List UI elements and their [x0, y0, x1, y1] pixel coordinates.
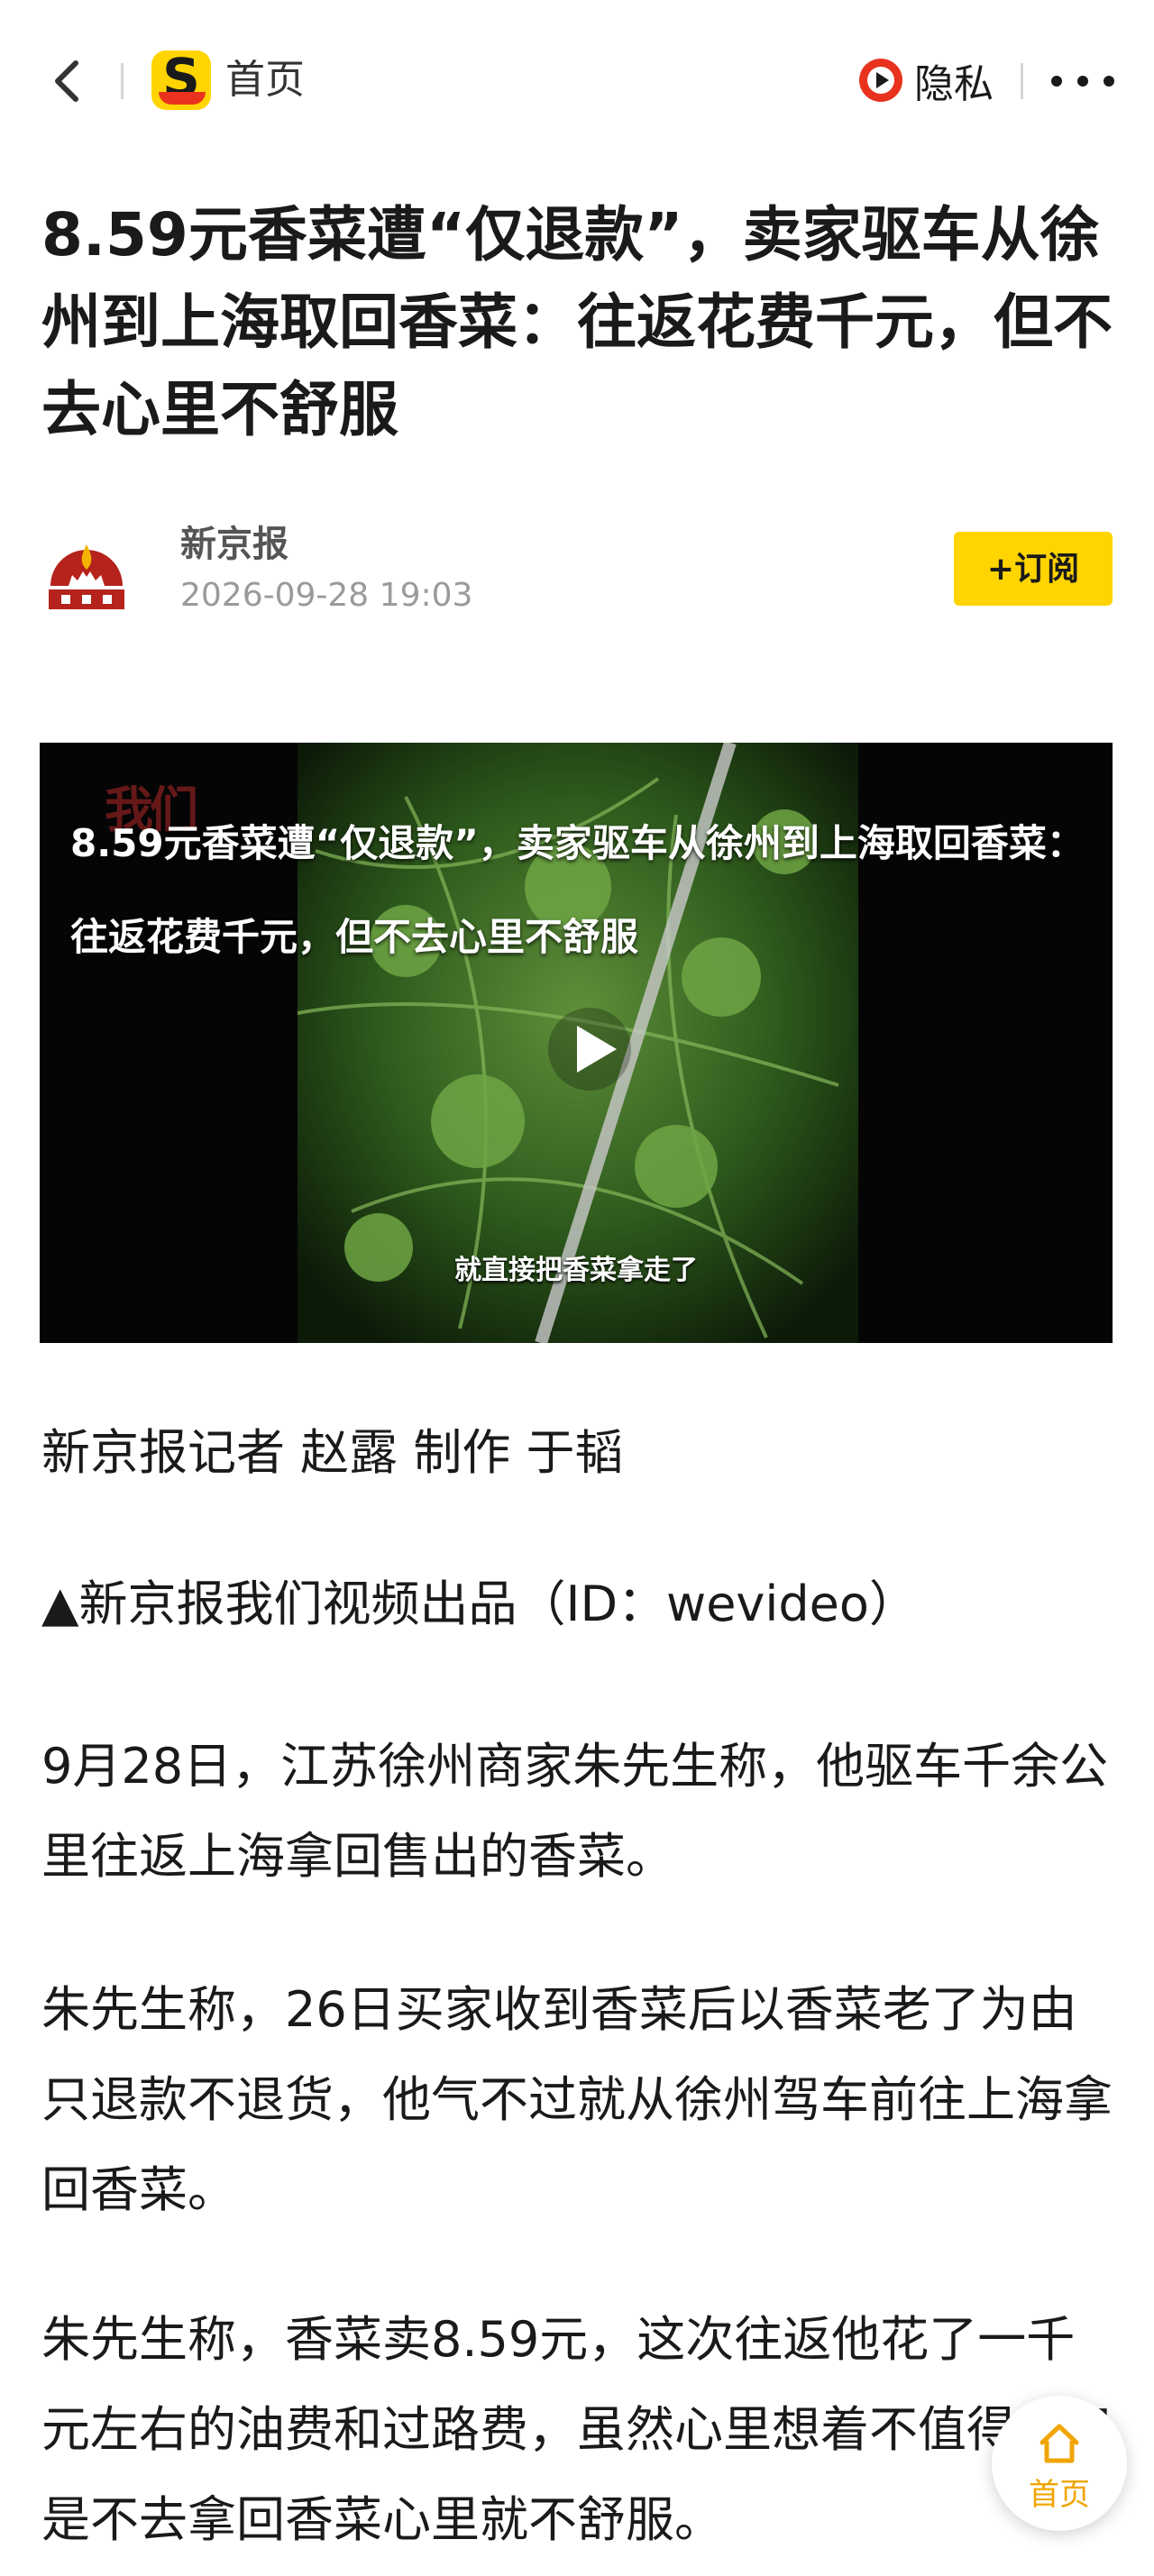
subscribe-button[interactable]: +订阅 [954, 532, 1113, 606]
privacy-label: 隐私 [914, 61, 994, 107]
play-icon[interactable] [545, 1004, 635, 1094]
more-options-button[interactable] [1051, 63, 1114, 99]
app-logo-icon[interactable]: S [151, 50, 211, 110]
publish-time: 2026-09-28 19:03 [180, 577, 473, 614]
video-subtitle: 就直接把香菜拿走了 [454, 1255, 698, 1286]
video-title: 8.59元香菜遭“仅退款”，卖家驱车从徐州到上海取回香菜：往返花费千元，但不去心… [70, 821, 1085, 959]
divider [121, 63, 124, 99]
paragraph: 朱先生称，香菜卖8.59元，这次往返他花了一千元左右的油费和过路费，虽然心里想着… [41, 2311, 1113, 2548]
paragraph: 新京报记者 赵露 制作 于韬 [41, 1424, 624, 1481]
back-button[interactable] [45, 54, 90, 108]
paragraph: 朱先生称，26日买家收到香菜后以香菜老了为由只退款不退货，他气不过就从徐州驾车前… [41, 1981, 1113, 2218]
chevron-left-icon [55, 60, 78, 102]
more-dot-icon [1077, 76, 1088, 87]
paragraph: ▲新京报我们视频出品（ID：wevideo） [41, 1576, 918, 1632]
video-player[interactable]: 我们 8.59元香菜遭“仅退款”，卖家驱车从徐州到上海取回香菜：往返花费千元，但… [40, 743, 1113, 1343]
more-dot-icon [1051, 76, 1062, 87]
home-link[interactable]: 首页 [225, 50, 305, 110]
home-icon [1040, 2424, 1079, 2463]
publisher-logo-icon [43, 534, 130, 620]
more-dot-icon [1104, 76, 1114, 87]
floating-home-label: 首页 [1029, 2477, 1090, 2513]
publisher-name[interactable]: 新京报 [180, 519, 288, 570]
privacy-play-icon [859, 59, 902, 102]
top-bar: S 首页 隐私 [0, 0, 1154, 162]
floating-home-button[interactable]: 首页 [992, 2396, 1127, 2531]
paragraph: 9月28日，江苏徐州商家朱先生称，他驱车千余公里往返上海拿回售出的香菜。 [41, 1738, 1109, 1885]
privacy-button[interactable]: 隐私 [856, 50, 994, 110]
divider [1021, 63, 1023, 99]
publisher-avatar[interactable] [41, 532, 132, 622]
article-headline: 8.59元香菜遭“仅退款”，卖家驱车从徐州到上海取回香菜：往返花费千元，但不去心… [41, 200, 1113, 444]
